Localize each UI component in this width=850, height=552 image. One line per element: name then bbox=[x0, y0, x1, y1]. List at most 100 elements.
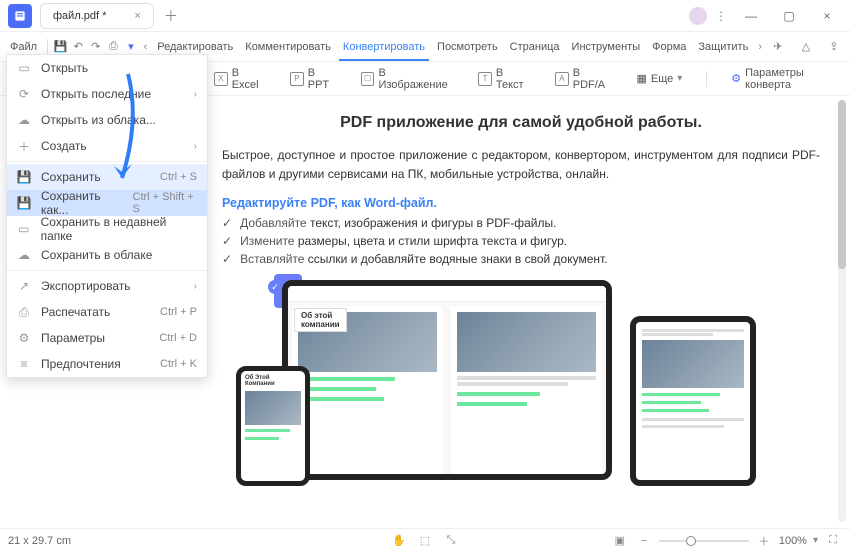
window-maximize-button[interactable]: ▢ bbox=[774, 4, 804, 28]
fit-page-icon[interactable]: ▣ bbox=[611, 532, 629, 550]
menu-open-recent[interactable]: ⟳Открыть последние› bbox=[7, 81, 207, 107]
image-icon: ☐ bbox=[361, 72, 375, 86]
hand-tool-icon[interactable]: ✋ bbox=[390, 532, 408, 550]
more-menu-icon[interactable]: ⋮ bbox=[715, 9, 728, 23]
share-icon[interactable]: ⇪ bbox=[824, 37, 844, 57]
settings-icon: ≡ bbox=[17, 357, 31, 371]
menu-prefs[interactable]: ≡ПредпочтенияCtrl + K bbox=[7, 351, 207, 377]
to-ppt-button[interactable]: PВ PPT bbox=[290, 67, 339, 91]
chevron-right-icon: › bbox=[194, 141, 197, 152]
menu-print[interactable]: ⎙РаспечататьCtrl + P bbox=[7, 299, 207, 325]
menu-edit[interactable]: Редактировать bbox=[153, 41, 237, 53]
new-tab-button[interactable]: ＋ bbox=[164, 6, 178, 26]
doc-title: PDF приложение для самой удобной работы. bbox=[222, 114, 820, 132]
menu-form[interactable]: Форма bbox=[648, 41, 690, 53]
save-as-icon: 💾 bbox=[17, 196, 31, 210]
chevron-down-icon: ▾ bbox=[677, 73, 682, 84]
chevron-down-icon[interactable]: ▾ bbox=[813, 535, 818, 546]
menu-open-cloud[interactable]: ☁Открыть из облака... bbox=[7, 107, 207, 133]
close-tab-icon[interactable]: × bbox=[134, 10, 140, 22]
menu-save-cloud[interactable]: ☁Сохранить в облаке bbox=[7, 242, 207, 268]
feature-list: ✓Добавляйте текст, изображения и фигуры … bbox=[222, 216, 820, 266]
zoom-slider[interactable] bbox=[659, 540, 749, 542]
zoom-out-icon[interactable]: − bbox=[635, 532, 653, 550]
laptop-mock: Об этойкомпании bbox=[282, 280, 612, 480]
list-item: ✓Добавляйте текст, изображения и фигуры … bbox=[222, 216, 820, 230]
check-icon: ✓ bbox=[222, 234, 232, 248]
to-image-button[interactable]: ☐В Изображение bbox=[361, 67, 456, 91]
phone-mock: Об ЭтойКомпании bbox=[236, 366, 310, 486]
menu-view[interactable]: Посмотреть bbox=[433, 41, 502, 53]
app-icon bbox=[8, 4, 32, 28]
select-tool-icon[interactable]: ⬚ bbox=[416, 532, 434, 550]
zoom-value: 100% bbox=[779, 535, 807, 547]
doc-subheading: Редактируйте PDF, как Word-файл. bbox=[222, 196, 820, 210]
cloud-icon: ☁ bbox=[17, 248, 31, 262]
list-item: ✓Измените размеры, цвета и стили шрифта … bbox=[222, 234, 820, 248]
list-item: ✓Вставляйте ссылки и добавляйте водяные … bbox=[222, 252, 820, 266]
page-dimensions: 21 x 29.7 cm bbox=[8, 535, 71, 547]
window-close-button[interactable]: × bbox=[812, 4, 842, 28]
menu-convert[interactable]: Конвертировать bbox=[339, 41, 429, 61]
menu-params[interactable]: ⚙ПараметрыCtrl + D bbox=[7, 325, 207, 351]
menu-save[interactable]: 💾СохранитьCtrl + S bbox=[7, 164, 207, 190]
devices-illustration: Об этойкомпании Об ЭтойКомпании bbox=[222, 280, 820, 488]
menu-save-recent-folder[interactable]: ▭Сохранить в недавней папке bbox=[7, 216, 207, 242]
open-icon: ▭ bbox=[17, 61, 31, 75]
cloud-icon: ☁ bbox=[17, 113, 31, 127]
window-minimize-button[interactable]: — bbox=[736, 4, 766, 28]
recent-icon: ⟳ bbox=[17, 87, 31, 101]
menu-export[interactable]: ↗Экспортировать› bbox=[7, 273, 207, 299]
file-menu[interactable]: Файл bbox=[6, 41, 41, 53]
print-icon: ⎙ bbox=[17, 305, 31, 320]
grid-icon: ▦ bbox=[636, 72, 646, 85]
menu-scroll-left-icon[interactable]: ‹ bbox=[142, 41, 150, 53]
to-excel-button[interactable]: XВ Excel bbox=[214, 67, 268, 91]
send-icon[interactable]: ✈ bbox=[768, 37, 788, 57]
menu-page[interactable]: Страница bbox=[506, 41, 564, 53]
shortcut-label: Ctrl + Shift + S bbox=[133, 191, 197, 215]
chevron-right-icon: › bbox=[194, 89, 197, 100]
ppt-icon: P bbox=[290, 72, 304, 86]
tab-title: файл.pdf * bbox=[53, 10, 106, 22]
menu-create[interactable]: ＋Создать› bbox=[7, 133, 207, 159]
doc-intro: Быстрое, доступное и простое приложение … bbox=[222, 146, 820, 184]
menu-open[interactable]: ▭Открыть bbox=[7, 55, 207, 81]
menu-tools[interactable]: Инструменты bbox=[568, 41, 645, 53]
shortcut-label: Ctrl + S bbox=[160, 171, 197, 183]
excel-icon: X bbox=[214, 72, 228, 86]
zoom-slider-knob[interactable] bbox=[686, 536, 696, 546]
status-bar: 21 x 29.7 cm ✋ ⬚ ⤡ ▣ − ＋ 100% ▾ ⛶ bbox=[0, 528, 850, 552]
folder-icon: ▭ bbox=[17, 222, 31, 236]
convert-params-button[interactable]: ⚙Параметры конверта bbox=[731, 67, 850, 91]
badge-text: Об этойкомпании bbox=[294, 308, 347, 332]
to-text-button[interactable]: TВ Текст bbox=[478, 67, 533, 91]
fullscreen-icon[interactable]: ⛶ bbox=[824, 532, 842, 550]
save-icon: 💾 bbox=[17, 170, 31, 184]
pdfa-icon: A bbox=[555, 72, 569, 86]
sliders-icon: ⚙ bbox=[17, 331, 31, 345]
document-tab[interactable]: файл.pdf * × bbox=[40, 3, 154, 29]
cursor-tool-icon[interactable]: ⤡ bbox=[442, 532, 460, 550]
tablet-mock bbox=[630, 316, 756, 486]
menu-comment[interactable]: Комментировать bbox=[241, 41, 335, 53]
cloud-icon[interactable]: △ bbox=[796, 37, 816, 57]
text-icon: T bbox=[478, 72, 492, 86]
export-icon: ↗ bbox=[17, 279, 31, 293]
to-pdfa-button[interactable]: AВ PDF/A bbox=[555, 67, 614, 91]
chevron-right-icon: › bbox=[194, 281, 197, 292]
file-dropdown-menu: ▭Открыть ⟳Открыть последние› ☁Открыть из… bbox=[6, 54, 208, 378]
more-convert-button[interactable]: ▦Еще▾ bbox=[636, 72, 682, 85]
title-bar: файл.pdf * × ＋ ⋮ — ▢ × bbox=[0, 0, 850, 32]
user-avatar[interactable] bbox=[689, 7, 707, 25]
menu-scroll-right-icon[interactable]: › bbox=[756, 41, 764, 53]
menu-save-as[interactable]: 💾Сохранить как...Ctrl + Shift + S bbox=[7, 190, 207, 216]
zoom-in-icon[interactable]: ＋ bbox=[755, 532, 773, 550]
menu-protect[interactable]: Защитить bbox=[694, 41, 752, 53]
vertical-scrollbar[interactable] bbox=[838, 100, 846, 522]
check-icon: ✓ bbox=[222, 252, 232, 266]
gear-icon: ⚙ bbox=[731, 72, 741, 85]
plus-icon: ＋ bbox=[17, 138, 31, 155]
scrollbar-thumb[interactable] bbox=[838, 100, 846, 269]
check-icon: ✓ bbox=[222, 216, 232, 230]
